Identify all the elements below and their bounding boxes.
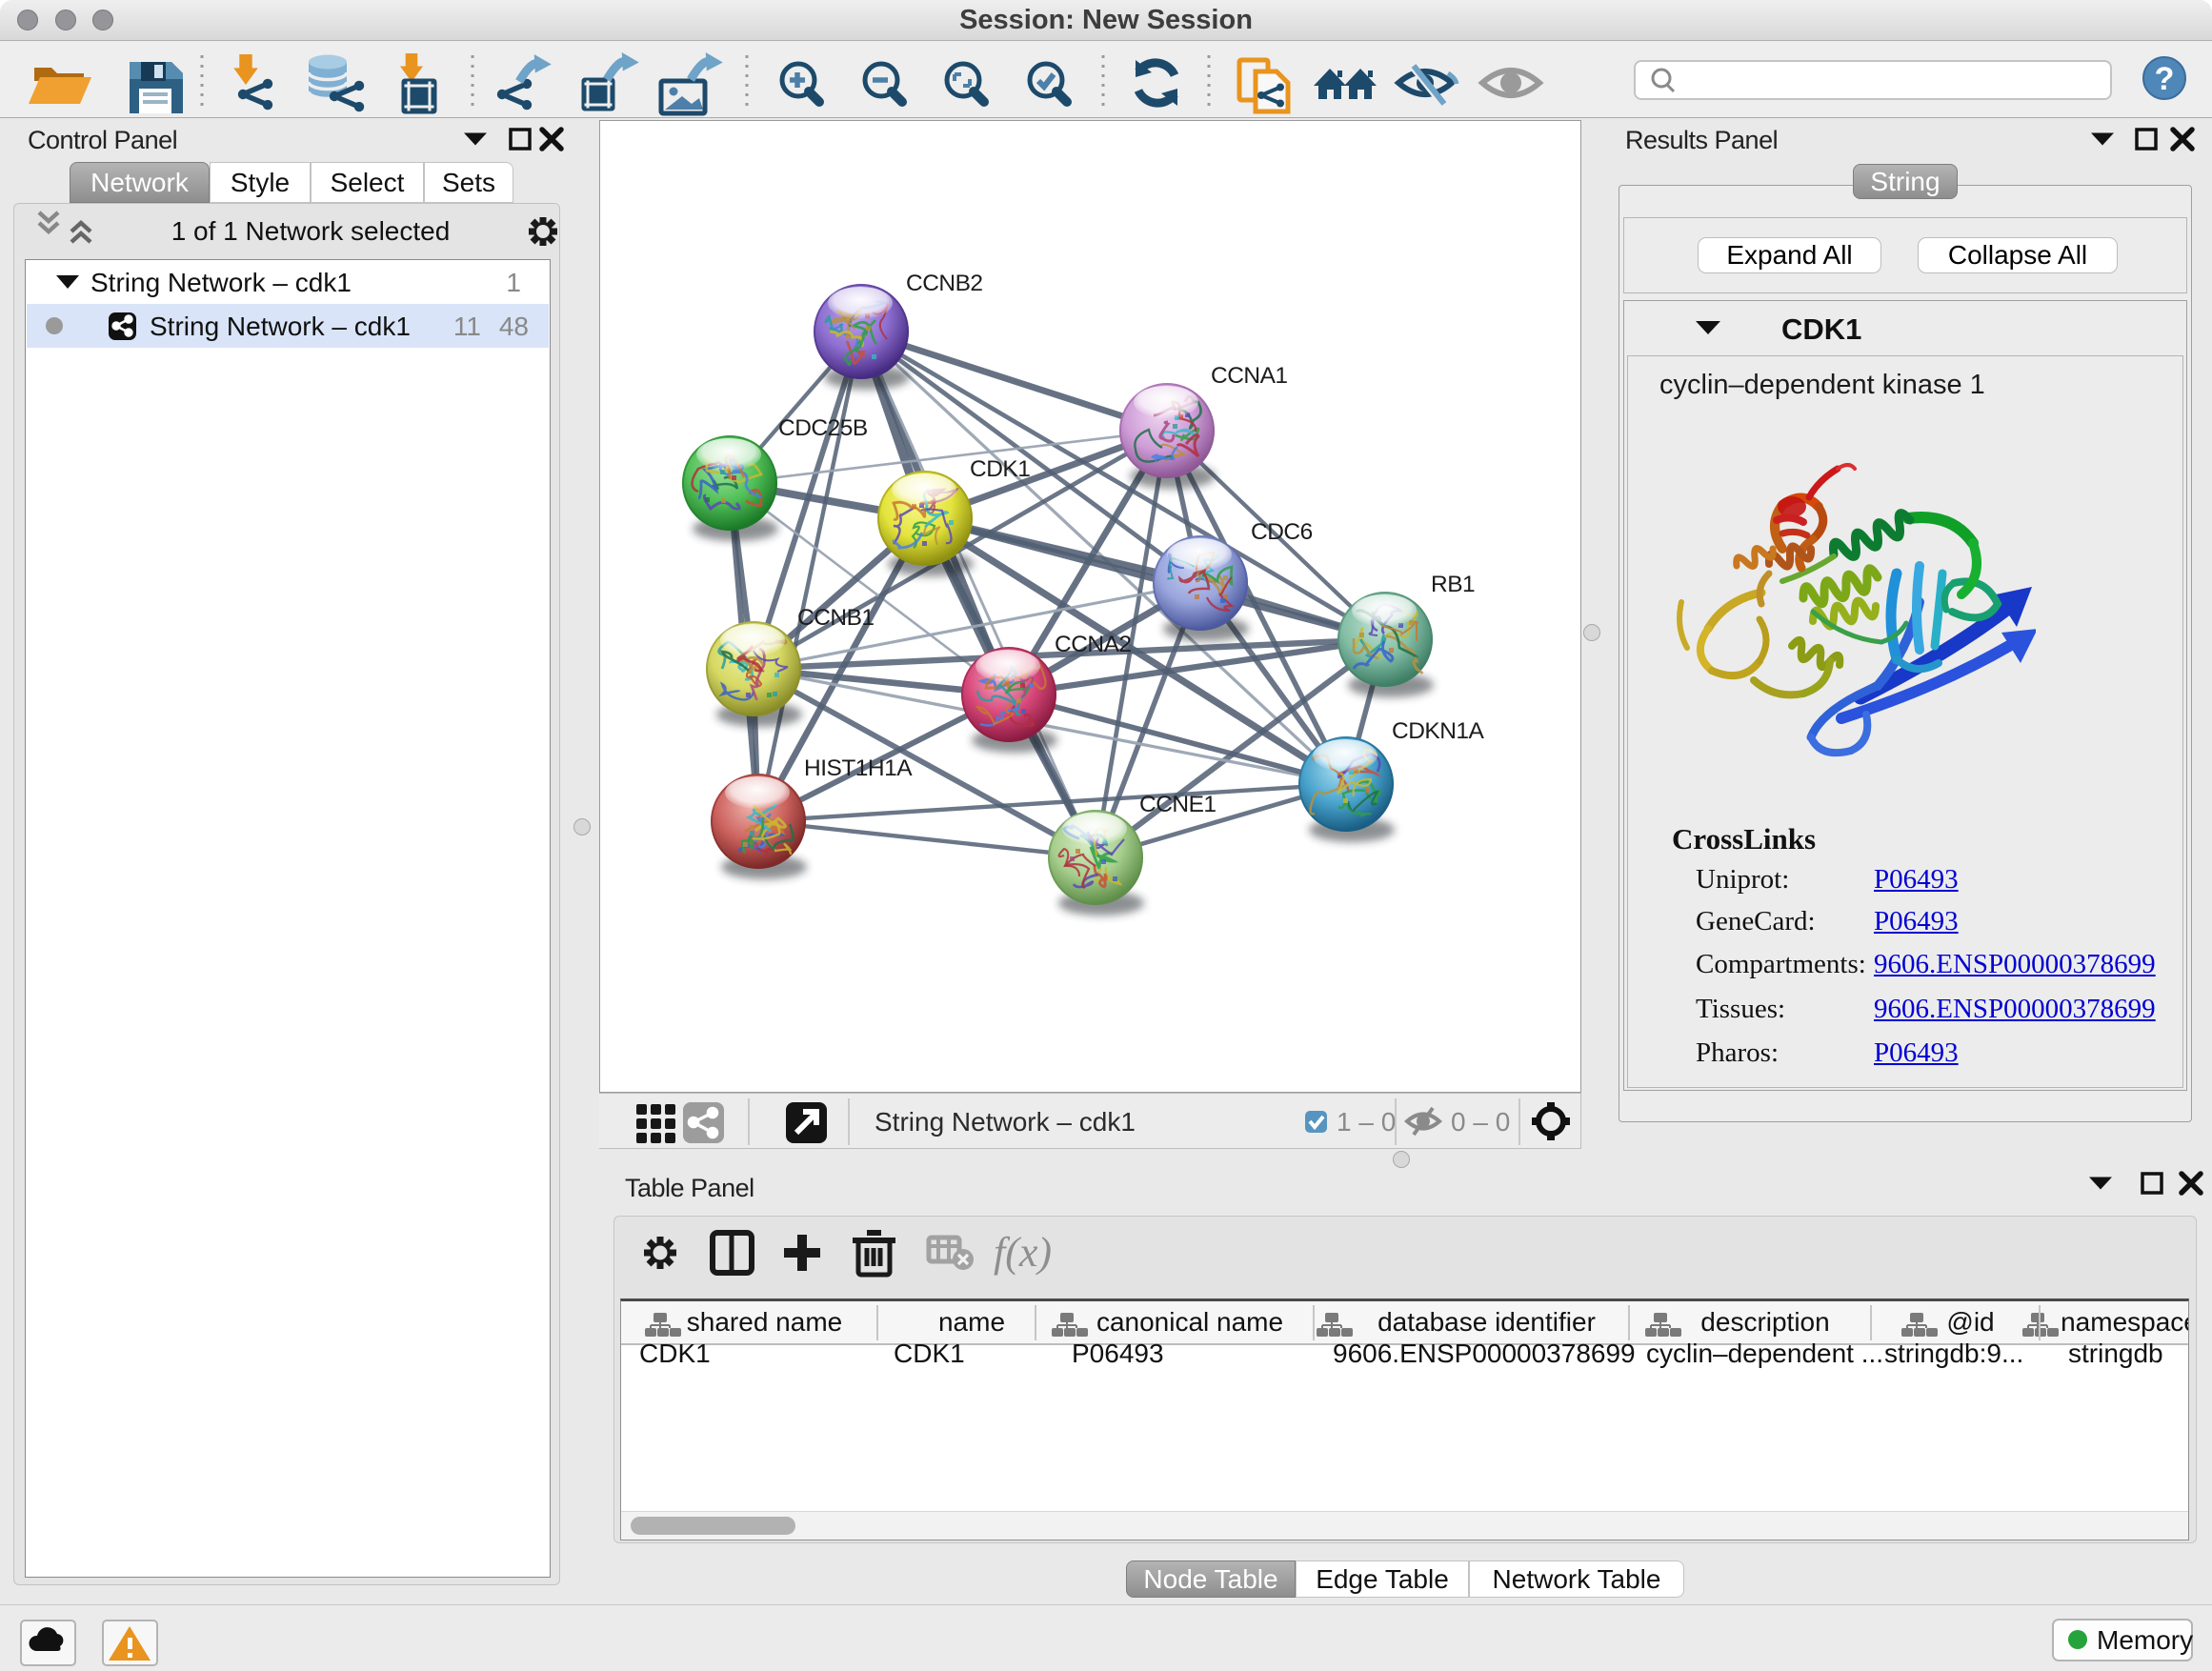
svg-text:cyclin–dependent ...: cyclin–dependent ... <box>1646 1339 1883 1368</box>
svg-text:P06493: P06493 <box>1072 1339 1164 1368</box>
svg-text:RB1: RB1 <box>1431 572 1475 597</box>
svg-text:11: 11 <box>453 312 481 341</box>
svg-text:9606.ENSP00000378699: 9606.ENSP00000378699 <box>1333 1339 1636 1368</box>
svg-text:CCNA1: CCNA1 <box>1211 363 1288 389</box>
svg-text:stringdb: stringdb <box>2068 1339 2163 1368</box>
svg-text:description: description <box>1700 1307 1829 1337</box>
svg-text:HIST1H1A: HIST1H1A <box>804 755 913 781</box>
svg-text:f(x): f(x) <box>994 1229 1052 1276</box>
svg-text:CDK1: CDK1 <box>639 1339 711 1368</box>
svg-text:@id: @id <box>1946 1307 1994 1337</box>
svg-text:CCNB2: CCNB2 <box>906 271 983 296</box>
svg-text:Memory: Memory <box>2097 1625 2193 1655</box>
svg-text:String Network – cdk1: String Network – cdk1 <box>875 1107 1136 1137</box>
svg-text:1: 1 <box>506 268 521 297</box>
svg-text:48: 48 <box>499 312 529 341</box>
svg-text:1 – 0: 1 – 0 <box>1337 1107 1396 1137</box>
svg-text:CDC6: CDC6 <box>1251 519 1313 545</box>
svg-text:CCNB1: CCNB1 <box>797 605 875 631</box>
svg-text:shared name: shared name <box>687 1307 842 1337</box>
svg-text:CDC25B: CDC25B <box>778 415 868 441</box>
svg-text:1 of 1 Network selected: 1 of 1 Network selected <box>171 216 451 246</box>
svg-text:CDK1: CDK1 <box>970 456 1030 482</box>
svg-text:0 – 0: 0 – 0 <box>1451 1107 1510 1137</box>
svg-text:CDK1: CDK1 <box>894 1339 965 1368</box>
svg-text:stringdb:9...: stringdb:9... <box>1884 1339 2023 1368</box>
svg-text:database identifier: database identifier <box>1377 1307 1596 1337</box>
svg-text:String Network – cdk1: String Network – cdk1 <box>90 268 352 297</box>
svg-text:String Network – cdk1: String Network – cdk1 <box>150 312 411 341</box>
svg-text:namespace: namespace <box>2061 1307 2188 1337</box>
svg-text:?: ? <box>2155 61 2175 97</box>
svg-text:CDKN1A: CDKN1A <box>1392 718 1485 744</box>
svg-text:CDK1: CDK1 <box>1781 312 1861 346</box>
svg-text:canonical name: canonical name <box>1096 1307 1283 1337</box>
svg-text:CCNE1: CCNE1 <box>1139 792 1217 817</box>
svg-text:name: name <box>938 1307 1005 1337</box>
svg-text:CCNA2: CCNA2 <box>1055 632 1132 657</box>
